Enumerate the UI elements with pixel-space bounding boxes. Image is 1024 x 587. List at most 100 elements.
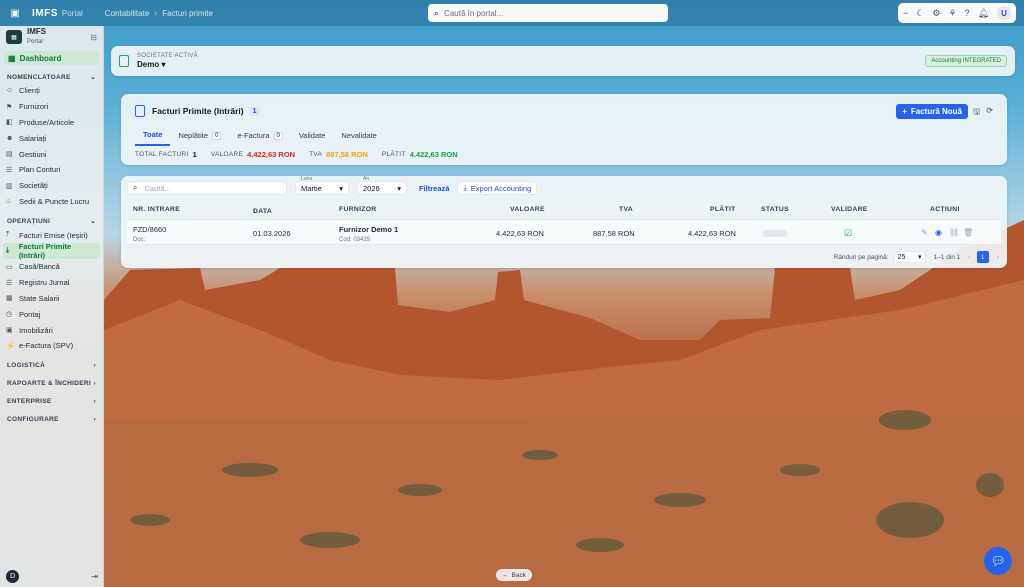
sidebar-section-2[interactable]: LOGISTICĂ › [0, 360, 103, 372]
sidebar-item-0-3[interactable]: ☻ Salariați [0, 130, 103, 146]
table-search-input[interactable]: ⌕ Caută... [127, 181, 287, 195]
view-icon[interactable]: ◉ [935, 228, 942, 237]
sidebar-item-0-2[interactable]: ◧ Produse/Articole [0, 115, 103, 131]
bell-icon[interactable]: 🔔︎ [978, 8, 989, 19]
link-icon[interactable]: ⛓ [949, 228, 959, 237]
sidebar-item-0-7[interactable]: ⌂ Sedii & Puncte Lucru [0, 194, 103, 210]
brand-suffix: Portal [61, 8, 83, 18]
search-icon: ⌕ [434, 7, 440, 18]
col-furnizor[interactable]: FURNIZOR [339, 206, 377, 213]
add-invoice-button[interactable]: + Factură Nouă [896, 104, 968, 119]
tab-2[interactable]: e-Factura 0 [229, 130, 290, 146]
sidebar-item-1-4[interactable]: ▦ State Salarii [0, 291, 103, 307]
sidebar-item-label: Facturi Emise (Ieșiri) [19, 230, 88, 240]
minus-icon[interactable]: − [903, 8, 908, 18]
sidebar-item-label: Dashboard [19, 53, 62, 63]
refresh-icon[interactable]: ⟳ [986, 106, 993, 115]
table-row[interactable]: FZD/8660 Doc: 01.03.2026 Furnizor Demo 1… [127, 219, 1001, 245]
sidebar-toggle-icon[interactable]: ▣ [8, 8, 22, 19]
sidebar-item-dashboard[interactable]: ▦ Dashboard [4, 51, 99, 65]
next-page-icon[interactable]: › [997, 254, 999, 261]
chevron-down-icon: ⌄ [90, 74, 96, 81]
sidebar-section-label: CONFIGURARE [7, 416, 59, 424]
sidebar-item-1-3[interactable]: ☰ Registru Jurnal [0, 275, 103, 291]
invoice-count-badge: 1 [249, 106, 260, 116]
back-button[interactable]: ← Back [496, 569, 532, 581]
filter-button[interactable]: Filtrează [419, 184, 449, 193]
breadcrumb-0[interactable]: Contabilitate [105, 9, 149, 18]
validated-check-icon[interactable]: ☑ [844, 228, 852, 239]
sidebar-section-1[interactable]: OPERAȚIUNI ⌄ [0, 215, 103, 227]
col-valoare[interactable]: VALOARE [510, 206, 545, 213]
help-icon[interactable]: ? [965, 8, 970, 18]
sidebar-item-1-1[interactable]: ⤓ Facturi Primite (Intrări) [3, 242, 100, 261]
sidebar-footer: D ⇥ [0, 565, 104, 587]
month-select[interactable]: Luna Martie ▾ [295, 176, 349, 195]
export-label: Export Accounting [470, 183, 532, 193]
collapse-sidebar-icon[interactable]: ⊟ [90, 33, 97, 42]
settings-icon[interactable]: ⚙ [932, 8, 940, 19]
stat-value: 4.422,63 RON [247, 150, 296, 159]
save-icon[interactable]: 🖫 [973, 106, 980, 120]
tab-0[interactable]: Toate [135, 130, 171, 146]
col-platit[interactable]: PLĂTIT [710, 206, 736, 213]
col-nr-intrare[interactable]: NR. INTRARE [133, 206, 180, 213]
menu-item-icon: ▤ [6, 151, 13, 159]
company-value: Demo [137, 60, 160, 69]
stat-label: TOTAL FACTURI [135, 151, 189, 158]
sidebar-item-1-6[interactable]: ▣ Imobilizări [0, 322, 103, 338]
company-selector[interactable]: Demo ▾ [137, 60, 198, 69]
moon-icon[interactable]: ☾ [916, 8, 924, 19]
sidebar-item-1-2[interactable]: ▭ Casă/Bancă [0, 259, 103, 275]
delete-icon[interactable]: 🗑︎ [963, 228, 973, 237]
sidebar-item-label: Sedii & Puncte Lucru [19, 196, 90, 206]
sidebar-item-label: Registru Jurnal [19, 278, 70, 288]
sidebar-item-0-0[interactable]: ☺ Clienți [0, 83, 103, 99]
invoices-header-card: Facturi Primite (Intrări) 1 + Factură Nou… [121, 94, 1007, 165]
tab-label: Validate [298, 131, 326, 140]
sidebar-section-0[interactable]: NOMENCLATOARE ⌄ [0, 71, 103, 83]
chat-button[interactable]: 💬︎ [984, 547, 1012, 575]
menu-item-icon: ☰ [6, 166, 13, 174]
prev-page-icon[interactable]: ‹ [968, 254, 970, 261]
sidebar-section-3[interactable]: RAPOARTE & ÎNCHIDERI › [0, 378, 103, 390]
rows-per-page-select[interactable]: 25 ▾ [893, 251, 926, 263]
user-avatar-small[interactable]: D [6, 569, 19, 583]
back-label: Back [511, 571, 526, 579]
menu-item-icon: ▭ [6, 263, 13, 271]
apps-icon[interactable]: ⚘ [948, 8, 956, 19]
sidebar-item-label: Facturi Primite (Intrări) [18, 242, 72, 261]
sidebar-section-4[interactable]: ENTERPRISE › [0, 396, 103, 408]
sidebar-item-0-6[interactable]: ▥ Societăți [0, 178, 103, 194]
user-avatar[interactable]: U [997, 6, 1011, 20]
search-icon: ⌕ [133, 183, 138, 192]
chevron-down-icon: ▾ [918, 254, 922, 261]
chevron-right-icon: › [93, 398, 96, 406]
document-icon [135, 105, 145, 117]
sidebar-item-1-5[interactable]: ◷ Pontaj [0, 306, 103, 322]
sidebar-item-0-5[interactable]: ☰ Plan Conturi [0, 162, 103, 178]
page-button[interactable]: 1 [976, 251, 989, 263]
sidebar-item-label: Salariați [19, 133, 47, 143]
sidebar-section-5[interactable]: CONFIGURARE › [0, 414, 103, 426]
menu-item-icon: ◧ [6, 119, 13, 127]
sidebar-item-1-0[interactable]: ⤒ Facturi Emise (Ieșiri) [0, 227, 103, 243]
sidebar-item-1-7[interactable]: ⚡ e-Factura (SPV) [0, 338, 103, 354]
chevron-right-icon: › [93, 362, 96, 370]
tab-count-badge: 0 [273, 131, 283, 140]
logout-icon[interactable]: ⇥ [91, 572, 98, 581]
cell-furnizor-sub: Cod: 03425 [339, 237, 371, 243]
global-search-input[interactable]: ⌕ Caută în portal... [428, 4, 668, 22]
brand-logo[interactable]: IMFS [32, 8, 58, 19]
tab-4[interactable]: Nevalidate [333, 130, 384, 146]
edit-icon[interactable]: ✎ [921, 228, 928, 237]
sidebar-item-0-4[interactable]: ▤ Gestiuni [0, 146, 103, 162]
menu-item-icon: ⚡ [6, 342, 15, 350]
col-tva[interactable]: TVA [619, 206, 633, 213]
tab-1[interactable]: Neplătite 0 [170, 130, 229, 146]
sidebar-item-0-1[interactable]: ⚑ Furnizori [0, 99, 103, 115]
chevron-right-icon: › [93, 416, 96, 424]
tab-3[interactable]: Validate [291, 130, 334, 146]
year-select[interactable]: An 2026 ▾ [357, 176, 407, 195]
export-accounting-button[interactable]: ⤓ Export Accounting [457, 181, 538, 195]
